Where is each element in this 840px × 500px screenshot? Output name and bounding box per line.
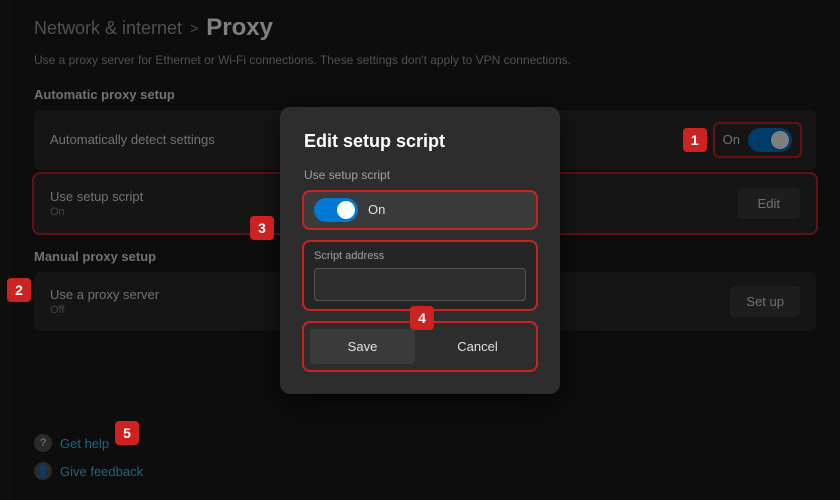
badge-2: 2 [7,278,31,302]
cancel-button[interactable]: Cancel [425,329,530,364]
modal-toggle[interactable] [314,198,358,222]
badge-5: 5 [115,421,139,445]
script-address-section: Script address [304,242,536,309]
badge-1: 1 [683,128,707,152]
modal-toggle-row[interactable]: On [304,192,536,228]
modal-toggle-label: On [368,202,385,217]
script-address-label: Script address [314,250,526,262]
edit-setup-modal: Edit setup script Use setup script On Sc… [280,107,560,394]
badge-3: 3 [250,216,274,240]
badge-4: 4 [410,306,434,330]
save-button[interactable]: Save [310,329,415,364]
modal-title: Edit setup script [304,131,536,152]
script-address-input[interactable] [314,268,526,301]
modal-use-setup-label: Use setup script [304,168,536,182]
modal-toggle-thumb [337,201,355,219]
